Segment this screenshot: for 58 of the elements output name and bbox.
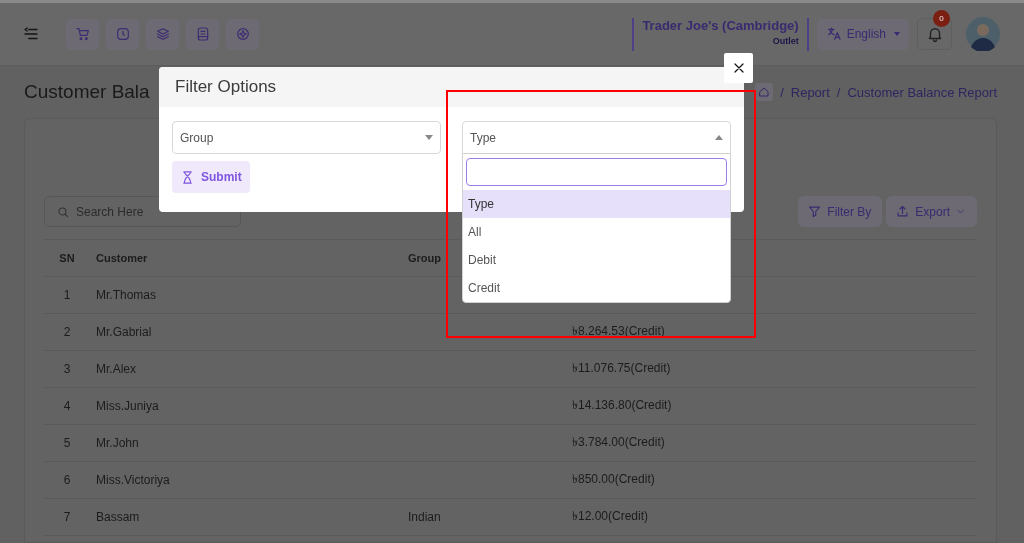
clock-icon xyxy=(114,26,131,42)
breadcrumb-separator: / xyxy=(780,84,784,100)
compass-icon xyxy=(234,26,251,42)
dropdown-option[interactable]: Type xyxy=(463,190,730,218)
column-header: Group xyxy=(408,252,441,264)
table-cell-text: ৳3.784.00(Credit) xyxy=(572,434,666,451)
document-button[interactable] xyxy=(186,18,219,50)
dropdown-option[interactable]: All xyxy=(463,218,730,246)
table-cell-text: 4 xyxy=(62,399,72,413)
table-cell-text: ৳8.264.53(Credit) xyxy=(572,323,666,340)
hourglass-icon xyxy=(180,169,195,185)
table-cell-text: 5 xyxy=(62,436,72,450)
table-cell-text: 3 xyxy=(62,362,72,376)
table-cell-text: 2 xyxy=(62,325,72,339)
column-header: Customer xyxy=(96,252,148,264)
table-cell-text: 7 xyxy=(62,510,72,524)
layers-button[interactable] xyxy=(146,18,179,50)
clock-button[interactable] xyxy=(106,18,139,50)
notification-button[interactable] xyxy=(917,18,952,50)
upload-icon xyxy=(895,204,911,219)
table-cell-text: 1 xyxy=(62,288,72,302)
breadcrumb-separator: / xyxy=(836,84,841,100)
dropdown-option[interactable]: Credit xyxy=(463,274,730,302)
store-name: Trader Joe's (Cambridge) xyxy=(642,17,799,33)
table-cell-text: Mr.Thomas xyxy=(95,288,157,302)
search-icon xyxy=(56,205,70,219)
cart-icon xyxy=(74,26,91,42)
avatar[interactable] xyxy=(966,17,1000,51)
compass-button[interactable] xyxy=(226,18,259,50)
table-cell-text: ৳14.136.80(Credit) xyxy=(572,397,673,414)
column-header: SN xyxy=(59,252,75,264)
notification-badge: 0 xyxy=(933,10,950,27)
table-cell-text: 6 xyxy=(62,473,72,487)
layers-icon xyxy=(154,26,171,42)
filter-icon xyxy=(807,204,823,219)
cart-button[interactable] xyxy=(66,18,99,50)
page-title: Customer Bala xyxy=(24,81,150,103)
table-cell-text: Miss.Victoriya xyxy=(95,473,171,487)
table-cell-text: Indian xyxy=(408,510,442,524)
table-cell-text: ৳850.00(Credit) xyxy=(572,471,656,488)
table-cell-text: Mr.Alex xyxy=(95,362,137,376)
home-icon xyxy=(758,86,771,98)
table-cell-text: Bassam xyxy=(95,510,141,524)
search-field[interactable]: Search Here xyxy=(44,196,241,227)
table-cell-text: Mr.John xyxy=(95,436,140,450)
submit-button[interactable]: Submit xyxy=(172,161,250,193)
translate-icon xyxy=(825,26,842,42)
table-cell-text: ৳11.076.75(Credit) xyxy=(572,360,672,377)
table-cell-text: Miss.Juniya xyxy=(95,399,160,413)
home-link[interactable] xyxy=(755,83,774,101)
table-cell-text: ৳12.00(Credit) xyxy=(572,508,650,525)
dialog-title: Filter Options xyxy=(175,77,277,97)
group-select[interactable]: Group xyxy=(172,121,441,154)
store-type: Outlet xyxy=(771,35,799,46)
close-button[interactable] xyxy=(724,53,753,83)
table-cell-text: Mr.Gabrial xyxy=(95,325,153,339)
dropdown-search-field[interactable] xyxy=(466,158,727,186)
dropdown-option[interactable]: Debit xyxy=(463,246,730,274)
